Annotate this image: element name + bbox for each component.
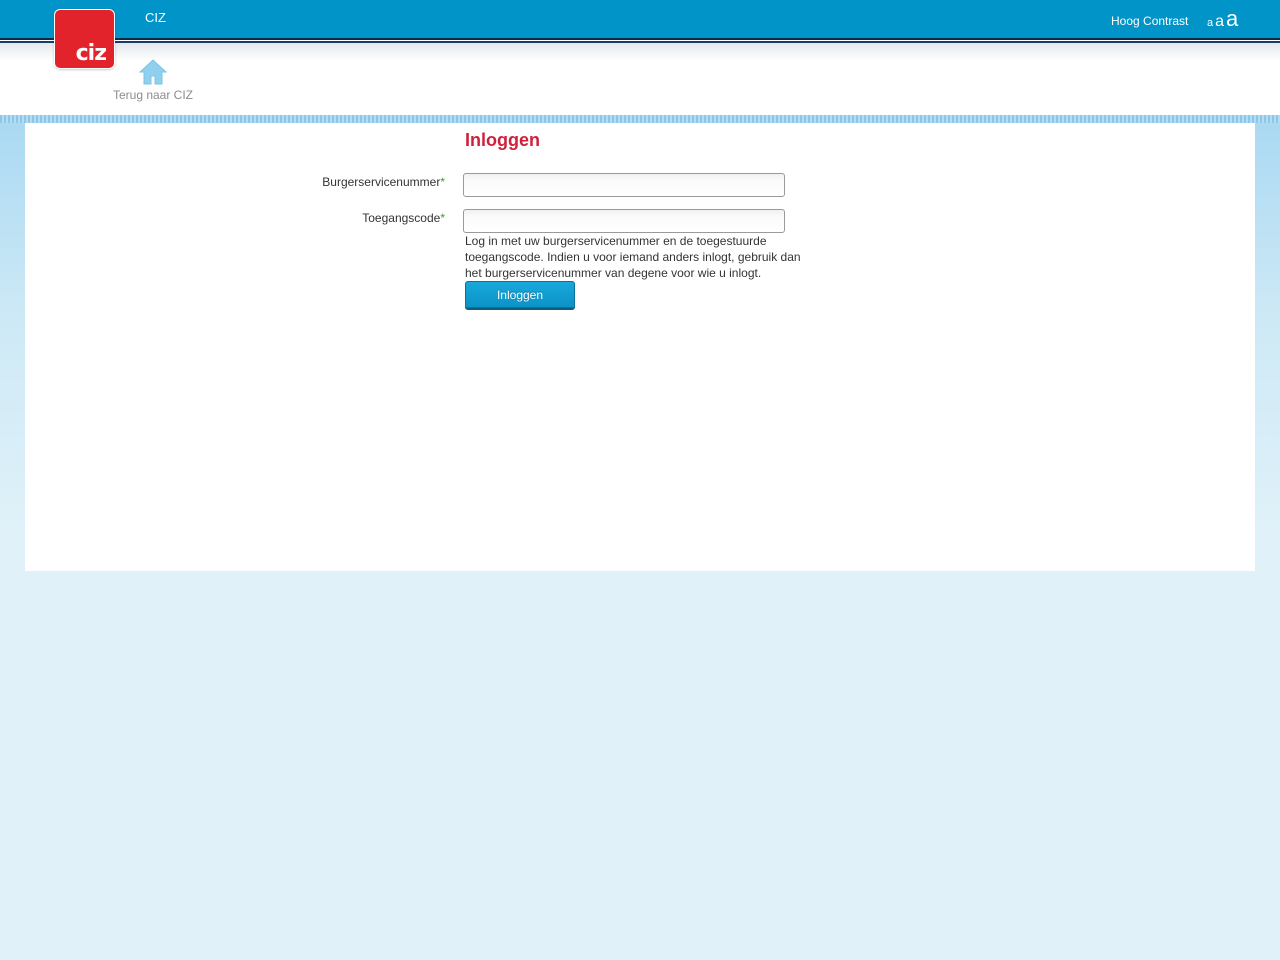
login-help-text: Log in met uw burgerservicenummer en de … [465,234,801,280]
ciz-logo[interactable]: ciz [55,10,114,68]
back-to-ciz-link[interactable]: Terug naar CIZ [112,58,194,102]
font-size-small-link[interactable]: a [1207,17,1213,29]
access-code-label-text: Toegangscode [362,211,441,225]
page-title: Inloggen [465,130,540,150]
top-bar: CIZ Hoog Contrast a a a [0,0,1280,38]
font-size-switcher: a a a [1207,6,1238,32]
login-button[interactable]: Inloggen [465,281,575,308]
back-to-ciz-label: Terug naar CIZ [112,88,194,102]
font-size-large-link[interactable]: a [1226,6,1238,32]
bsn-label: Burgerservicenummer* [145,175,445,189]
required-marker: * [440,211,445,225]
required-marker: * [440,175,445,189]
logo-text: ciz [75,41,107,66]
brand-name: CIZ [145,10,166,25]
bsn-input[interactable] [463,173,785,197]
bsn-label-text: Burgerservicenummer [322,175,441,189]
access-code-input[interactable] [463,209,785,233]
high-contrast-link[interactable]: Hoog Contrast [1111,14,1188,28]
home-icon [139,59,167,85]
font-size-medium-link[interactable]: a [1215,13,1224,31]
access-code-label: Toegangscode* [145,211,445,225]
login-panel: Inloggen Burgerservicenummer* Toegangsco… [25,123,1255,571]
